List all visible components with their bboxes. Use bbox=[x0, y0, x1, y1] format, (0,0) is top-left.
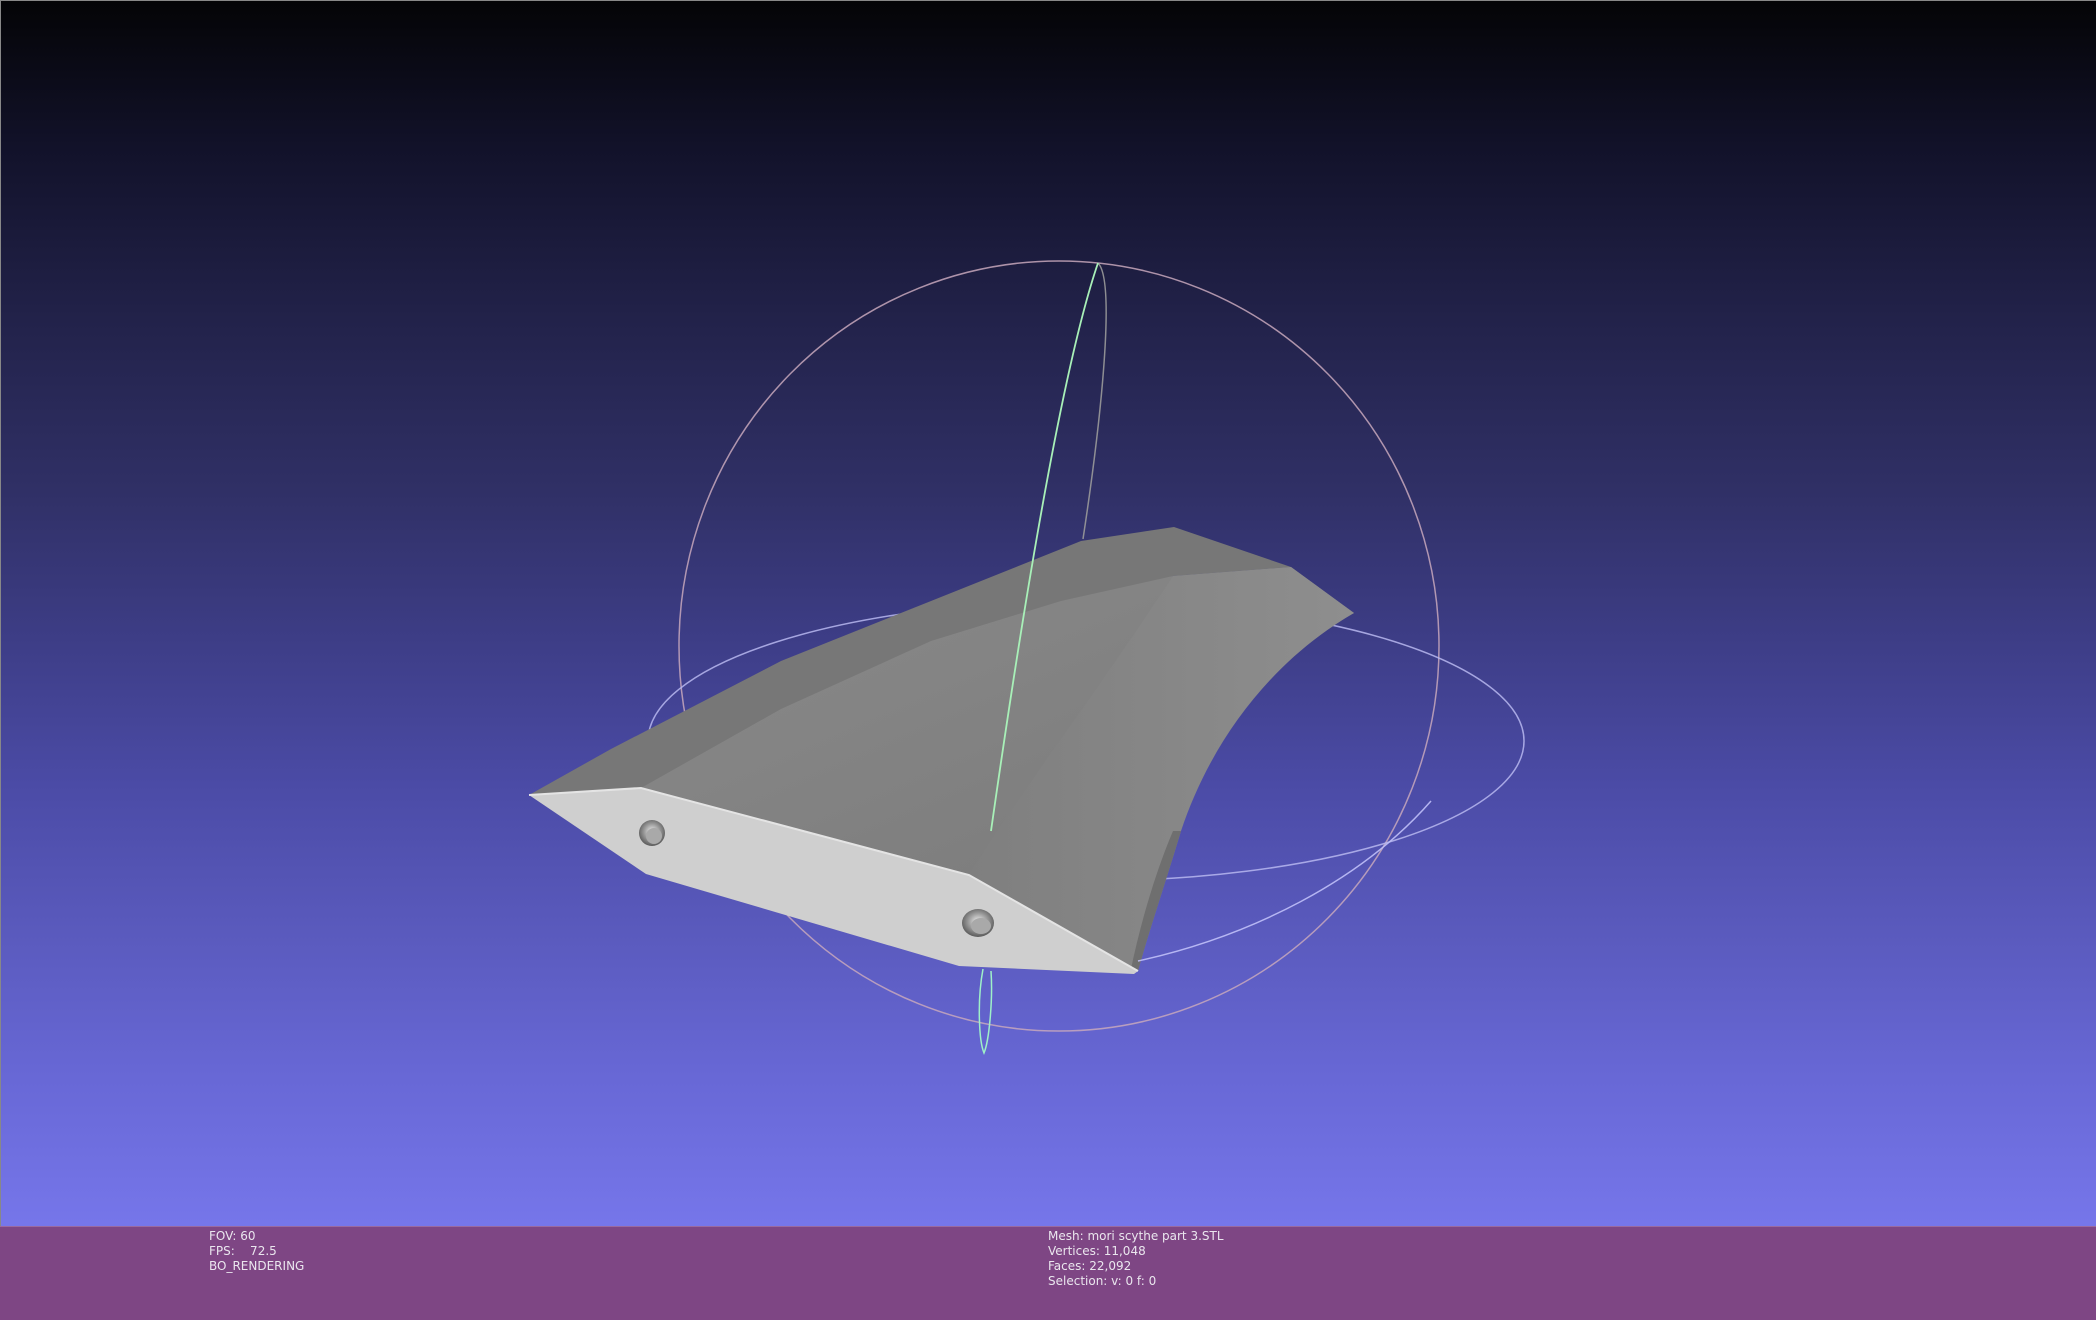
3d-viewport[interactable] bbox=[0, 0, 2096, 1226]
fps-readout: FPS: 72.5 bbox=[209, 1244, 277, 1258]
fov-readout: FOV: 60 bbox=[209, 1229, 256, 1243]
trackball-vertical-ring-bottom bbox=[978, 968, 993, 1055]
scene-canvas[interactable] bbox=[1, 1, 2096, 1226]
info-bar: FOV: 60 FPS: 72.5 BO_RENDERING Mesh: mor… bbox=[0, 1226, 2096, 1320]
mesh-stats: Mesh: mori scythe part 3.STL Vertices: 1… bbox=[1048, 1229, 1224, 1289]
mesh-model[interactable] bbox=[528, 527, 1354, 974]
mesh-hole-right bbox=[962, 909, 994, 937]
vertex-count: Vertices: 11,048 bbox=[1048, 1244, 1146, 1258]
mesh-hole-left bbox=[639, 820, 665, 846]
selection-info: Selection: v: 0 f: 0 bbox=[1048, 1274, 1157, 1288]
trackball-vertical-ring-back bbox=[1082, 262, 1107, 540]
face-count: Faces: 22,092 bbox=[1048, 1259, 1132, 1273]
mesh-name: Mesh: mori scythe part 3.STL bbox=[1048, 1229, 1224, 1243]
render-stats: FOV: 60 FPS: 72.5 BO_RENDERING bbox=[209, 1229, 304, 1274]
render-mode: BO_RENDERING bbox=[209, 1259, 305, 1273]
